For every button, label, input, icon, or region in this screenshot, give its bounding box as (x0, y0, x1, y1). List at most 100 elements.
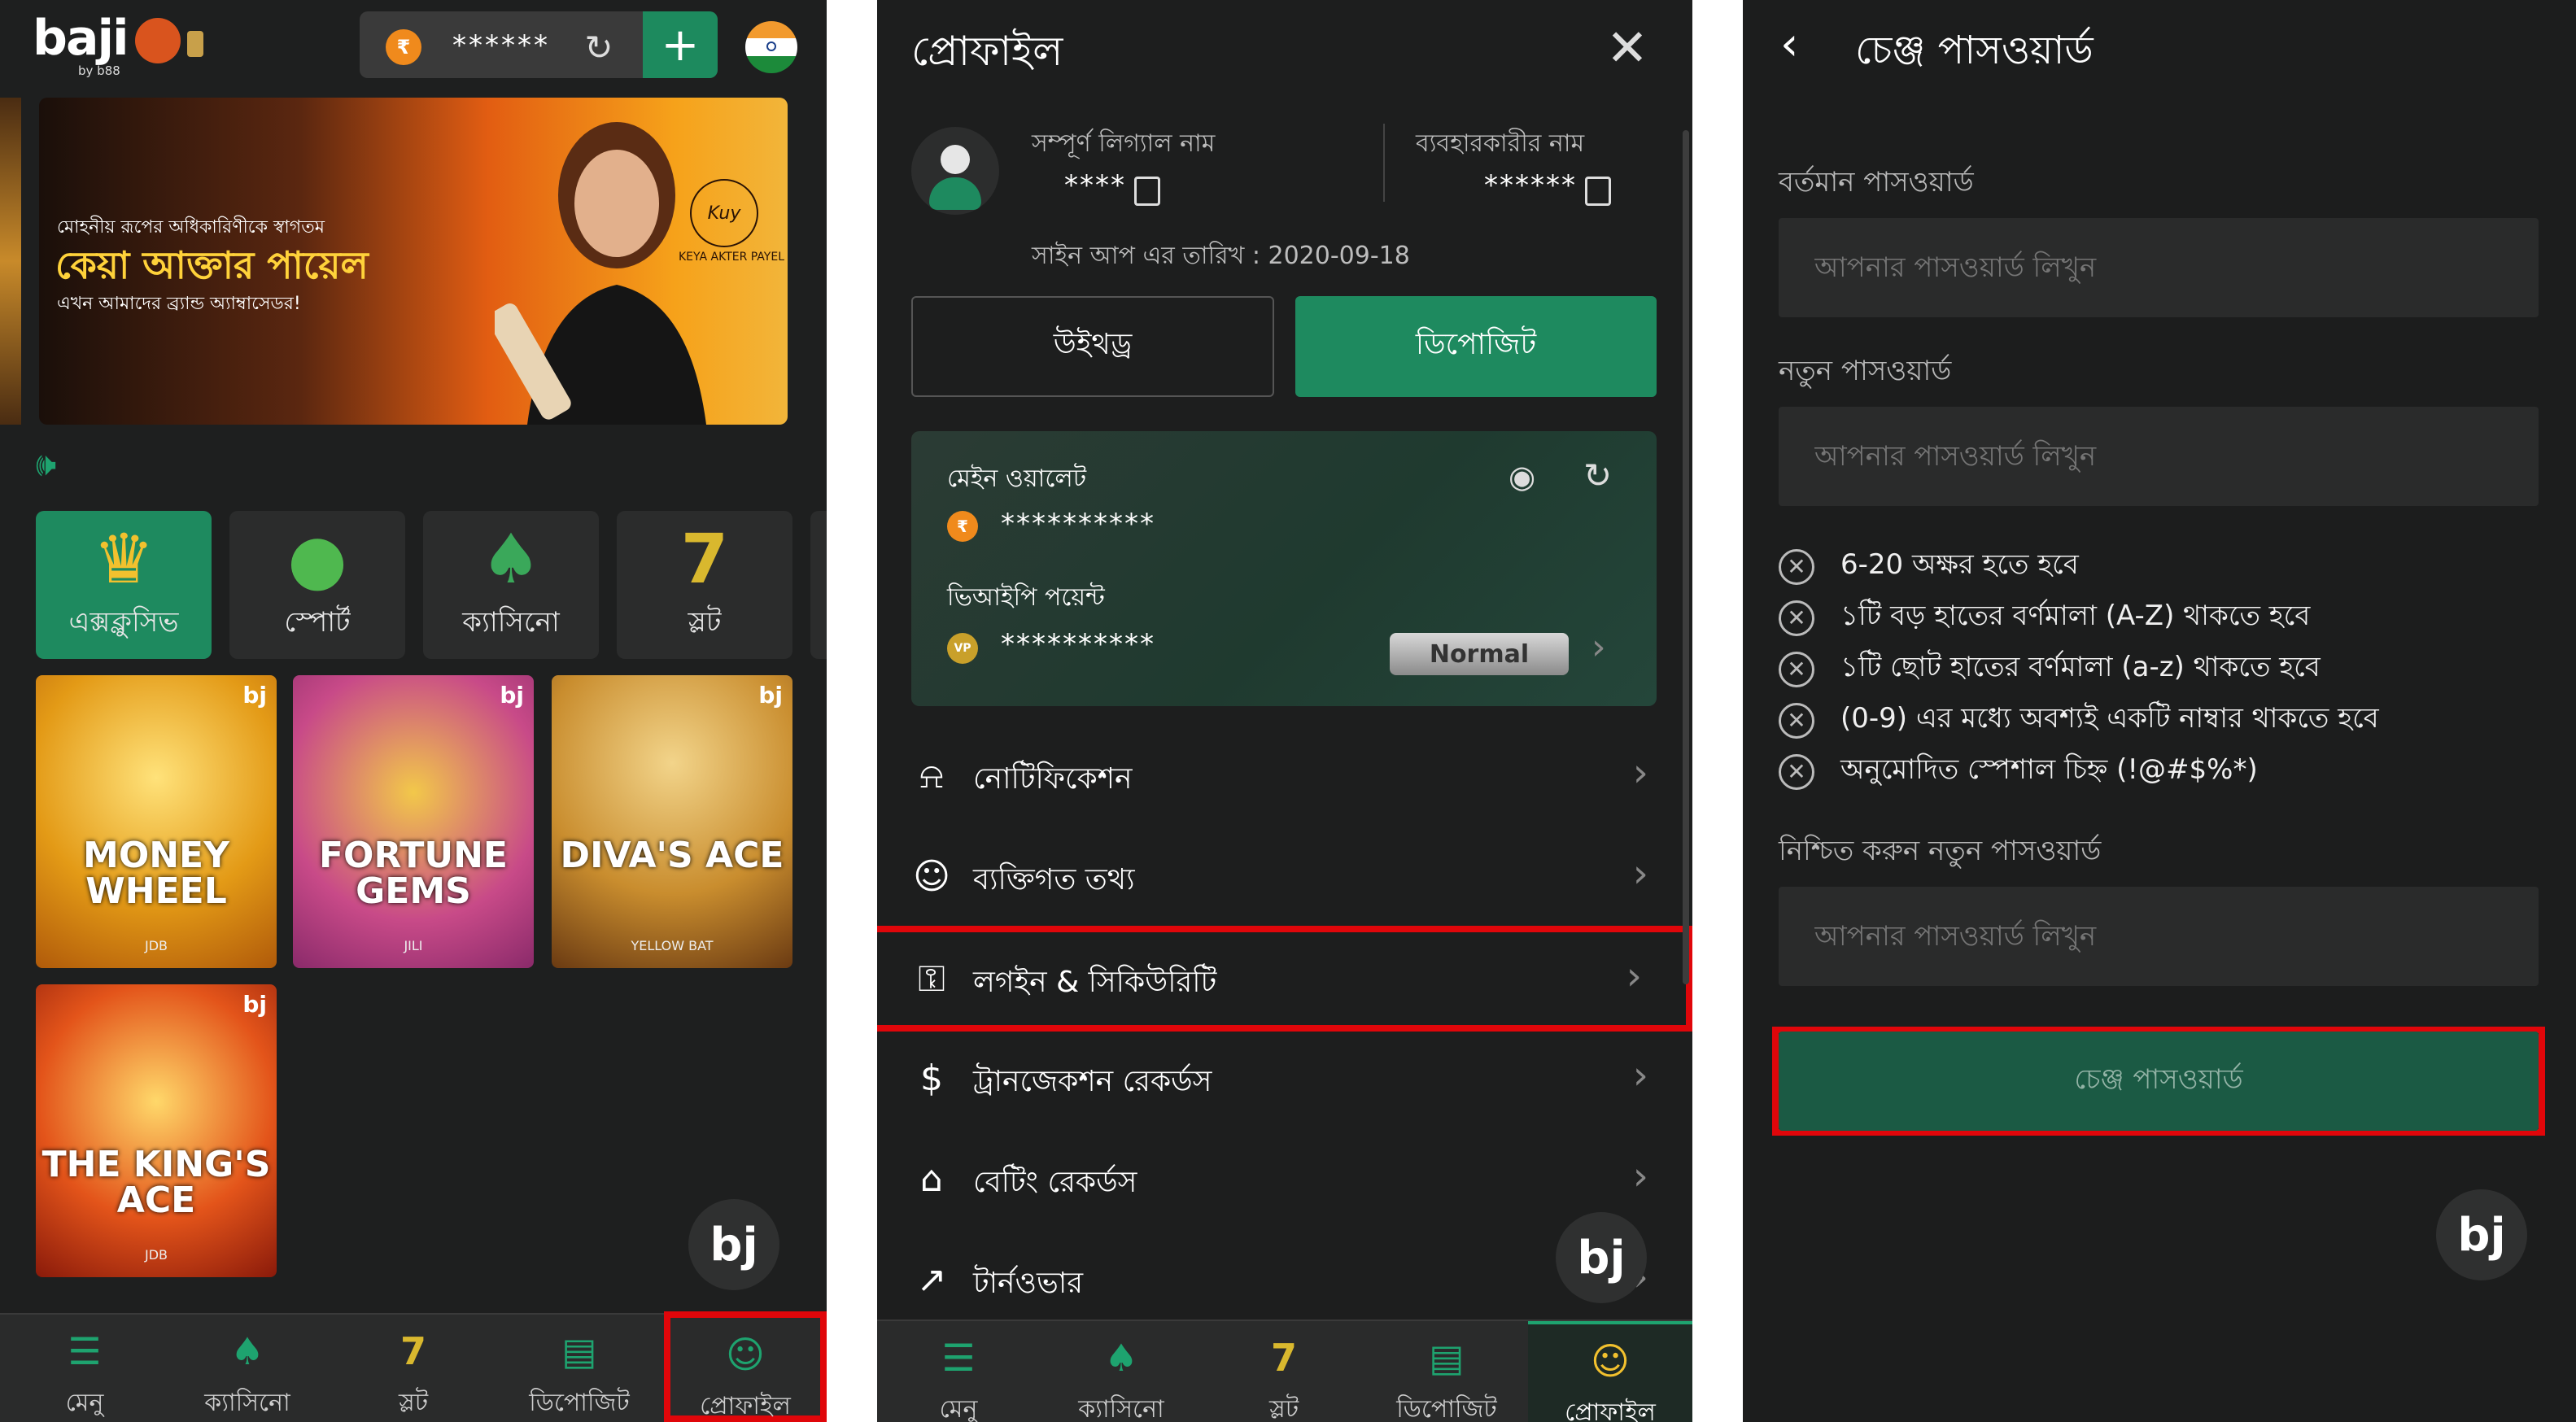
menu-betting-records[interactable]: ⌂ বেটিং রেকর্ডস › (877, 1129, 1692, 1230)
crown-icon: ♛ (93, 519, 155, 599)
scrollbar[interactable] (1683, 130, 1689, 984)
seven-icon: 7 (1270, 1336, 1297, 1380)
category-label: স্পোর্ট (284, 606, 351, 639)
game-card-kings-ace[interactable]: bj THE KING'S ACE JDB (36, 984, 277, 1277)
nav-deposit[interactable]: ▤ ডিপোজিট (498, 1315, 661, 1422)
lock-icon: ⚿ (918, 958, 945, 1000)
betting-doc-icon: ⌂ (920, 1158, 943, 1200)
add-funds-button[interactable]: + (643, 11, 718, 78)
confirm-password-input[interactable] (1779, 887, 2539, 986)
avatar[interactable] (911, 127, 999, 215)
game-card-divas-ace[interactable]: bj DIVA'S ACE YELLOW BAT (552, 675, 792, 968)
menu-login-security[interactable]: ⚿ লগইন & সিকিউরিটি › (877, 926, 1692, 1032)
close-icon[interactable]: ✕ (1606, 18, 1648, 77)
nav-slot[interactable]: 7 স্লট (1203, 1321, 1365, 1422)
deposit-button[interactable]: ডিপোজিট (1295, 296, 1657, 397)
nav-menu[interactable]: ☰ মেনু (877, 1321, 1040, 1422)
nav-label: প্রোফাইল (700, 1392, 791, 1420)
signup-date: সাইন আপ এর তারিখ : 2020-09-18 (1032, 242, 1410, 270)
chart-icon: ↗ (916, 1259, 947, 1301)
legal-name-value: **** (1064, 169, 1126, 202)
nav-casino[interactable]: ♠ ক্যাসিনো (166, 1315, 329, 1422)
wallet-card: মেইন ওয়ালেট ◉ ↻ ₹ ********** ভিআইপি পয়… (911, 431, 1657, 706)
nav-label: মেনু (939, 1395, 978, 1422)
spade-icon: ♠ (1104, 1336, 1138, 1380)
bj-badge: bj (242, 682, 267, 709)
chevron-right-icon[interactable]: › (1591, 626, 1606, 668)
india-flag-icon[interactable] (745, 21, 797, 73)
menu-icon: ☰ (68, 1329, 102, 1373)
chevron-right-icon: › (1632, 851, 1648, 896)
nav-menu[interactable]: ☰ মেনু (3, 1315, 166, 1422)
game-provider: JDB (144, 938, 168, 953)
page-title: প্রোফাইল (911, 28, 1063, 75)
baji-logo[interactable]: baji by b88 (33, 10, 129, 78)
x-circle-icon: ✕ (1779, 702, 1814, 739)
banner-prev-peek[interactable] (0, 98, 21, 425)
game-provider: YELLOW BAT (631, 938, 714, 953)
dollar-doc-icon: $ (920, 1058, 943, 1099)
change-password-button[interactable]: চেঞ্জ পাসওয়ার্ড (1779, 1032, 2539, 1131)
vip-level-badge[interactable]: Normal (1390, 633, 1569, 675)
deposit-icon: ▤ (1429, 1336, 1465, 1380)
announcement-speaker-icon[interactable]: 🕪 (36, 446, 56, 483)
legal-name-row: **** (1064, 169, 1160, 206)
game-provider: JILI (404, 938, 423, 953)
category-label: স্লট (688, 606, 722, 639)
bj-chat-button[interactable]: bj (1556, 1212, 1647, 1303)
nav-label: প্রোফাইল (1565, 1398, 1656, 1422)
main-wallet-label: মেইন ওয়ালেট (947, 465, 1087, 493)
category-exclusive[interactable]: ♛ এক্সক্লুসিভ (36, 511, 212, 659)
menu-transaction-records[interactable]: $ ট্রানজেকশন রেকর্ডস › (877, 1028, 1692, 1129)
copy-icon[interactable] (1134, 176, 1160, 206)
game-title: FORTUNE GEMS (319, 835, 508, 912)
spade-icon: ♠ (480, 519, 542, 599)
profile-icon: ☺ (726, 1333, 765, 1376)
promo-banner[interactable]: মোহনীয় রূপের অধিকারিণীকে স্বাগতম কেয়া … (39, 98, 788, 425)
game-title: THE KING'S ACE (41, 1144, 271, 1221)
password-rule: ✕ ১টি বড় হাতের বর্ণমালা (A-Z) থাকতে হবে (1779, 595, 2310, 640)
nav-profile[interactable]: ☺ প্রোফাইল (1528, 1321, 1692, 1422)
game-card-money-wheel[interactable]: bj MONEY WHEEL JDB (36, 675, 277, 968)
category-label: ক্যাসিনো (462, 606, 560, 639)
new-password-input[interactable] (1779, 407, 2539, 506)
withdraw-button[interactable]: উইথড্র (911, 296, 1274, 397)
chevron-right-icon: › (1632, 1154, 1648, 1199)
signature-name: KEYA AKTER PAYEL (679, 251, 784, 264)
eye-icon[interactable]: ◉ (1508, 459, 1535, 495)
cup-icon (187, 31, 203, 57)
game-card-fortune-gems[interactable]: bj FORTUNE GEMS JILI (293, 675, 534, 968)
nav-profile[interactable]: ☺ প্রোফাইল (664, 1311, 827, 1422)
bj-chat-button[interactable]: bj (688, 1199, 779, 1290)
nav-slot[interactable]: 7 স্লট (332, 1315, 495, 1422)
category-label: এক্সক্লুসিভ (68, 606, 179, 639)
game-provider: JDB (144, 1247, 168, 1263)
menu-notification[interactable]: ⍾ নোটিফিকেশন › (877, 726, 1692, 827)
category-slot[interactable]: 7 স্লট (617, 511, 792, 659)
username-row: ****** (1484, 169, 1611, 206)
nav-casino[interactable]: ♠ ক্যাসিনো (1040, 1321, 1203, 1422)
new-password-label: নতুন পাসওয়ার্ড (1779, 355, 1952, 387)
legal-name-label: সম্পূর্ণ লিগ্যাল নাম (1032, 129, 1216, 158)
page-title: চেঞ্জ পাসওয়ার্ড (1855, 28, 2094, 73)
menu-icon: ☰ (941, 1336, 976, 1380)
chevron-right-icon: › (1632, 750, 1648, 796)
bj-badge: bj (758, 682, 783, 709)
vip-value: ********** (1001, 628, 1155, 661)
copy-icon[interactable] (1585, 176, 1611, 206)
main-wallet-value: ********** (1001, 508, 1155, 540)
nav-label: ডিপোজিট (529, 1389, 630, 1417)
menu-label: টার্নওভার (973, 1267, 1084, 1300)
bj-chat-button[interactable]: bj (2436, 1189, 2527, 1280)
menu-label: নোটিফিকেশন (973, 762, 1133, 796)
menu-label: ট্রানজেকশন রেকর্ডস (973, 1065, 1212, 1098)
category-sport[interactable]: ● স্পোর্ট (229, 511, 405, 659)
refresh-icon[interactable]: ↻ (576, 24, 622, 70)
menu-personal-info[interactable]: ☺ ব্যক্তিগত তথ্য › (877, 827, 1692, 927)
back-arrow-icon[interactable]: ‹ (1780, 18, 1798, 71)
nav-deposit[interactable]: ▤ ডিপোজিট (1365, 1321, 1528, 1422)
category-more-peek[interactable] (810, 511, 827, 659)
category-casino[interactable]: ♠ ক্যাসিনো (423, 511, 599, 659)
current-password-input[interactable] (1779, 218, 2539, 317)
refresh-icon[interactable]: ↻ (1583, 456, 1612, 495)
